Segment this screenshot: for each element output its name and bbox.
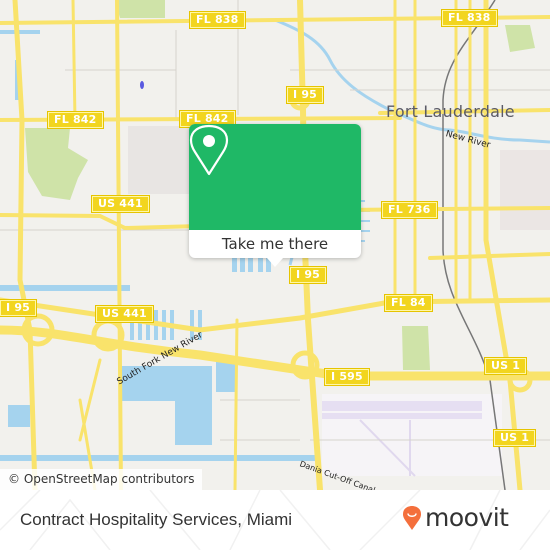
moovit-smile-pin-icon bbox=[403, 505, 421, 530]
park-area bbox=[505, 25, 535, 52]
airport-runway bbox=[322, 413, 482, 419]
canal bbox=[0, 30, 40, 34]
road-shield-us441: US 441 bbox=[91, 195, 150, 213]
road-shield-i595: I 595 bbox=[324, 368, 370, 386]
park-area bbox=[115, 0, 165, 18]
road-shield-fl842: FL 842 bbox=[47, 111, 104, 129]
poi-marker bbox=[140, 81, 144, 89]
airport-runway bbox=[322, 401, 482, 411]
road-shield-us1: US 1 bbox=[483, 357, 528, 375]
moovit-logo[interactable]: moovit bbox=[402, 503, 509, 532]
park-area bbox=[25, 128, 88, 200]
footer-bar: Contract Hospitality Services, Miami moo… bbox=[0, 490, 550, 550]
urban-block bbox=[500, 150, 550, 230]
popup-header bbox=[189, 124, 361, 230]
popup-pointer bbox=[267, 258, 283, 267]
urban-block bbox=[128, 126, 190, 194]
city-label-fort-lauderdale: Fort Lauderdale bbox=[386, 102, 515, 121]
lake bbox=[175, 400, 212, 445]
brand-name: moovit bbox=[425, 503, 509, 532]
location-pin-icon bbox=[189, 124, 229, 176]
take-me-there-button[interactable]: Take me there bbox=[189, 230, 361, 258]
road-shield-fl736: FL 736 bbox=[381, 201, 438, 219]
lake bbox=[216, 362, 236, 392]
road-shield-us1: US 1 bbox=[492, 429, 537, 447]
destination-popup: Take me there bbox=[189, 124, 361, 267]
road-shield-us441: US 441 bbox=[95, 305, 154, 323]
canal bbox=[0, 455, 320, 461]
road-shield-i95: I 95 bbox=[285, 86, 325, 104]
park-area bbox=[402, 326, 430, 370]
road-shield-fl838: FL 838 bbox=[441, 9, 498, 27]
map-canvas[interactable]: FL 838 FL 838 FL 842 FL 842 I 95 I 95 I … bbox=[0, 0, 550, 490]
road-shield-i95: I 95 bbox=[288, 266, 328, 284]
road-shield-i95: I 95 bbox=[0, 299, 38, 317]
park-area bbox=[225, 22, 540, 55]
map-attribution[interactable]: © OpenStreetMap contributors bbox=[0, 469, 203, 490]
road-shield-fl838: FL 838 bbox=[189, 11, 246, 29]
place-name: Contract Hospitality Services, Miami bbox=[20, 510, 293, 529]
lake bbox=[8, 405, 30, 427]
road-shield-fl84: FL 84 bbox=[384, 294, 433, 312]
